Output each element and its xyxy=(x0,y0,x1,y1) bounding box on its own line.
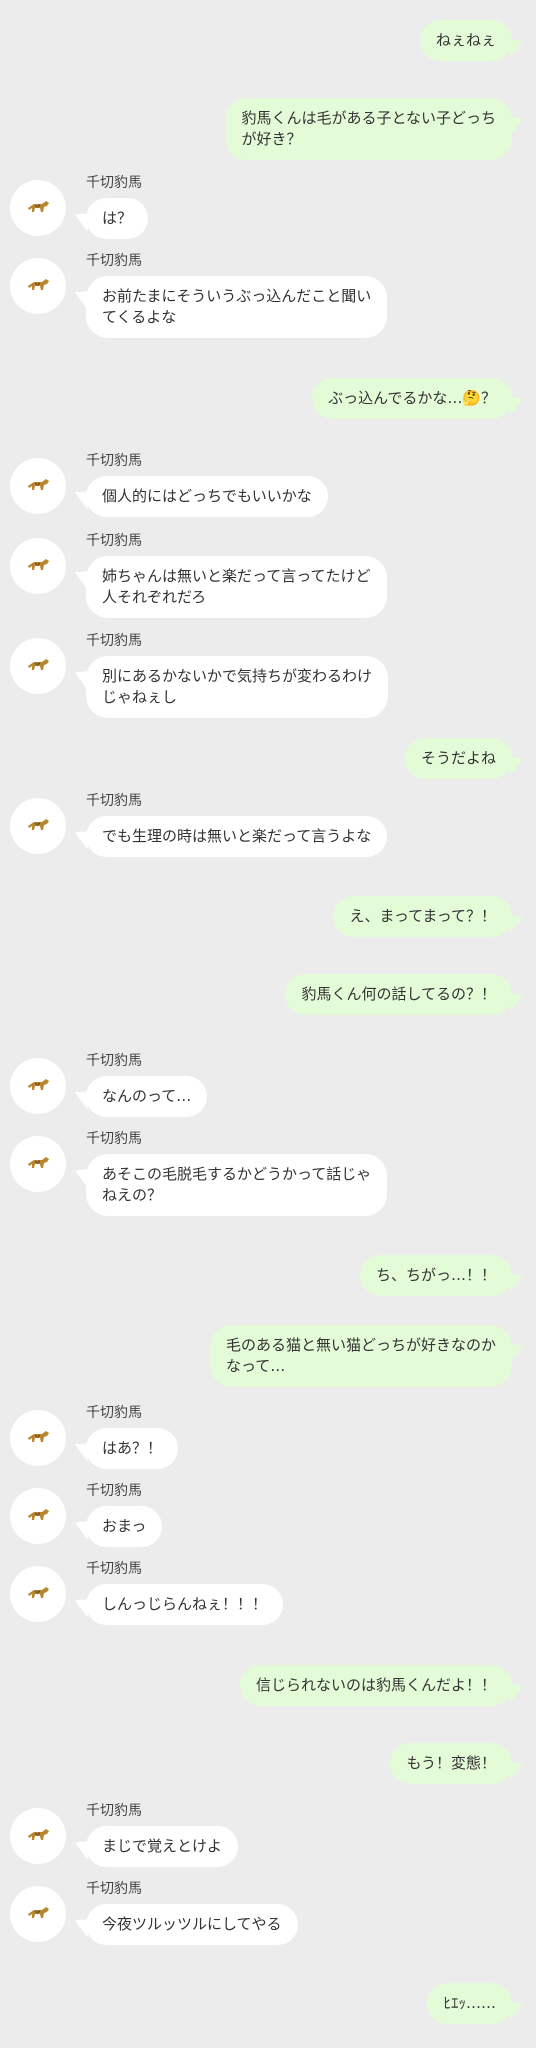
message-bubble[interactable]: あそこの毛脱毛するかどうかって話じゃ ねえの？ xyxy=(86,1154,388,1216)
message-bubble[interactable]: 信じられないのは豹馬くんだよ！！ xyxy=(239,1665,512,1706)
sender-name: 千切豹馬 xyxy=(86,453,142,469)
leopard-icon xyxy=(28,1587,49,1598)
message-bubble[interactable]: 今夜ツルッツルにしてやる xyxy=(86,1904,298,1945)
message-text: そうだよね xyxy=(420,749,496,767)
message-bubble[interactable]: ねぇねぇ xyxy=(419,20,512,61)
sender-name: 千切豹馬 xyxy=(86,633,142,649)
message-text: ち、ちがっ…！！ xyxy=(375,1266,496,1284)
message-text: ねえの？ xyxy=(102,1186,163,1204)
message-text: なって… xyxy=(225,1357,286,1375)
leopard-icon xyxy=(28,1829,49,1840)
message-text: でも生理の時は無いと楽だって言うよな xyxy=(102,827,372,845)
message-bubble[interactable]: もう！変態！ xyxy=(390,1743,512,1784)
message-bubble[interactable]: 豹馬くん何の話してるの？！ xyxy=(285,974,512,1015)
message-text: 別にあるかないかで気持ちが変わるわけ xyxy=(102,667,373,685)
sender-name: 千切豹馬 xyxy=(86,1803,142,1819)
avatar[interactable] xyxy=(10,258,66,314)
sender-name: 千切豹馬 xyxy=(86,1131,142,1147)
message-bubble[interactable]: ぶっ込んでるかな…🤔？ xyxy=(312,378,512,419)
message-bubble[interactable]: 別にあるかないかで気持ちが変わるわけ じゃねぇし xyxy=(86,656,389,718)
message-text: え、まってまって？！ xyxy=(349,907,496,925)
message-bubble[interactable]: そうだよね xyxy=(404,738,512,779)
message-bubble[interactable]: 豹馬くんは毛がある子とない子どっち が好き？ xyxy=(225,98,512,160)
leopard-icon xyxy=(28,559,49,570)
message-bubble[interactable]: 毛のある猫と無い猫どっちが好きなのか なって… xyxy=(209,1325,512,1387)
message-text: が好き？ xyxy=(241,130,302,148)
message-text: 毛のある猫と無い猫どっちが好きなのか xyxy=(225,1336,496,1354)
message-text: おまっ xyxy=(102,1517,147,1535)
avatar[interactable] xyxy=(10,538,66,594)
leopard-icon xyxy=(28,819,49,830)
message-text: 個人的にはどっちでもいいかな xyxy=(102,487,312,505)
avatar[interactable] xyxy=(10,1566,66,1622)
leopard-icon xyxy=(28,479,49,490)
message-text: あそこの毛脱毛するかどうかって話じゃ xyxy=(102,1165,372,1183)
message-bubble[interactable]: まじで覚えとけよ xyxy=(86,1826,239,1867)
sender-name: 千切豹馬 xyxy=(86,533,142,549)
sender-name: 千切豹馬 xyxy=(86,1881,142,1897)
leopard-icon xyxy=(28,1157,49,1168)
avatar[interactable] xyxy=(10,638,66,694)
avatar[interactable] xyxy=(10,798,66,854)
sender-name: 千切豹馬 xyxy=(86,1405,142,1421)
message-bubble[interactable]: お前たまにそういうぶっ込んだこと聞い てくるよな xyxy=(86,276,388,338)
avatar[interactable] xyxy=(10,458,66,514)
avatar[interactable] xyxy=(10,1410,66,1466)
leopard-icon xyxy=(28,1431,49,1442)
avatar[interactable] xyxy=(10,1886,66,1942)
leopard-icon xyxy=(28,201,49,212)
message-text: 人それぞれだろ xyxy=(102,588,207,606)
message-bubble[interactable]: 個人的にはどっちでもいいかな xyxy=(86,476,328,517)
message-text: じゃねぇし xyxy=(102,688,178,706)
message-text: 姉ちゃんは無いと楽だって言ってたけど xyxy=(102,567,371,585)
message-bubble[interactable]: は？ xyxy=(86,198,149,239)
leopard-icon xyxy=(28,1079,49,1090)
sender-name: 千切豹馬 xyxy=(86,253,142,269)
message-bubble[interactable]: え、まってまって？！ xyxy=(333,896,512,937)
leopard-icon xyxy=(28,1907,49,1918)
message-text: 信じられないのは豹馬くんだよ！！ xyxy=(255,1676,496,1694)
message-text: お前たまにそういうぶっ込んだこと聞い xyxy=(102,287,372,305)
message-bubble[interactable]: ち、ちがっ…！！ xyxy=(359,1255,512,1296)
avatar[interactable] xyxy=(10,180,66,236)
leopard-icon xyxy=(28,1509,49,1520)
avatar[interactable] xyxy=(10,1808,66,1864)
message-bubble[interactable]: 姉ちゃんは無いと楽だって言ってたけど 人それぞれだろ xyxy=(86,556,387,618)
message-text: ﾋｴｯ…… xyxy=(443,1994,496,2012)
message-text: は？ xyxy=(102,209,133,227)
message-bubble[interactable]: しんっじらんねぇ！！！ xyxy=(86,1584,284,1625)
leopard-icon xyxy=(28,659,49,670)
message-bubble[interactable]: おまっ xyxy=(86,1506,163,1547)
sender-name: 千切豹馬 xyxy=(86,1053,142,1069)
message-text: 豹馬くん何の話してるの？！ xyxy=(301,985,496,1003)
message-bubble[interactable]: ﾋｴｯ…… xyxy=(427,1983,512,2024)
sender-name: 千切豹馬 xyxy=(86,175,142,191)
sender-name: 千切豹馬 xyxy=(86,793,142,809)
message-text: しんっじらんねぇ！！！ xyxy=(102,1595,268,1613)
message-text: てくるよな xyxy=(102,308,177,326)
message-bubble[interactable]: なんのって… xyxy=(86,1076,208,1117)
sender-name: 千切豹馬 xyxy=(86,1561,142,1577)
message-bubble[interactable]: はあ？！ xyxy=(86,1428,179,1469)
message-text: 豹馬くんは毛がある子とない子どっち xyxy=(241,109,496,127)
avatar[interactable] xyxy=(10,1136,66,1192)
message-text: はあ？！ xyxy=(102,1439,163,1457)
leopard-icon xyxy=(28,279,49,290)
sender-name: 千切豹馬 xyxy=(86,1483,142,1499)
message-bubble[interactable]: でも生理の時は無いと楽だって言うよな xyxy=(86,816,388,857)
message-text: まじで覚えとけよ xyxy=(102,1837,223,1855)
avatar[interactable] xyxy=(10,1058,66,1114)
message-text: ねぇねぇ xyxy=(435,31,496,49)
avatar[interactable] xyxy=(10,1488,66,1544)
message-text: なんのって… xyxy=(102,1087,192,1105)
message-text: ぶっ込んでるかな…🤔？ xyxy=(328,389,496,407)
message-text: 今夜ツルッツルにしてやる xyxy=(102,1915,282,1933)
chat-thread: ねぇねぇ 豹馬くんは毛がある子とない子どっち が好き？ 千切豹馬 は？ 千切豹馬 お前たまに… xyxy=(0,0,536,2048)
message-text: もう！変態！ xyxy=(406,1754,496,1772)
